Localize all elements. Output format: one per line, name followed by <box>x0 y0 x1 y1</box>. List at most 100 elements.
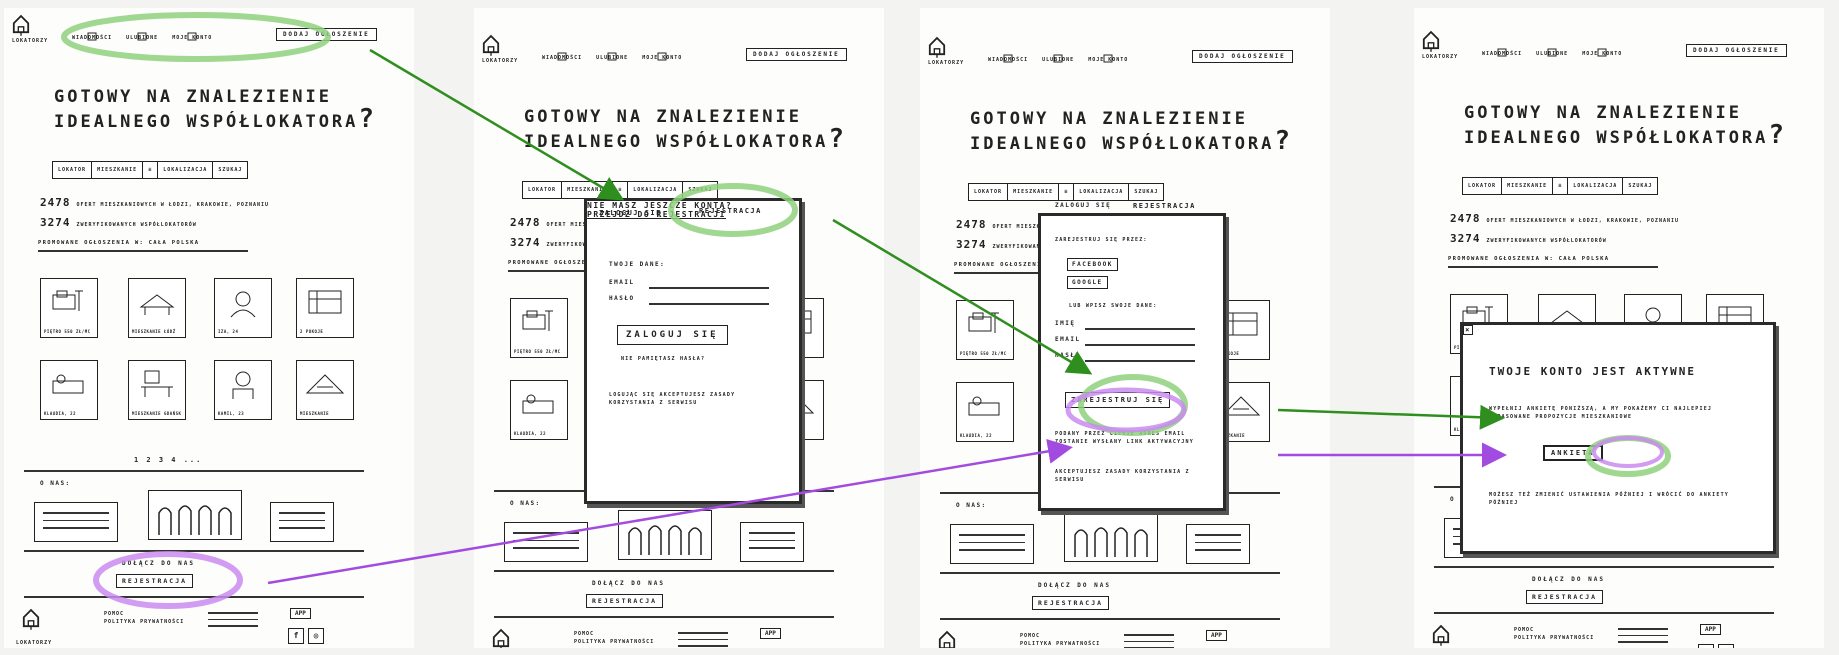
tab-login[interactable]: ZALOGUJ SIĘ <box>1055 202 1111 209</box>
facebook-icon[interactable]: f <box>288 628 304 644</box>
footer-link[interactable]: POMOC <box>574 630 654 638</box>
app-button[interactable]: APP <box>1206 630 1227 641</box>
add-listing-button[interactable]: DODAJ OGŁOSZENIE <box>1192 50 1293 63</box>
home-logo-icon[interactable] <box>482 34 500 56</box>
search-submit[interactable]: SZUKAJ <box>683 182 717 198</box>
nav-item-heart[interactable]: ULUBIONE <box>596 46 628 61</box>
hero-heading: GOTOWY NA ZNALEZIENIE IDEALNEGO WSPÓŁLOKA… <box>1464 102 1787 149</box>
search-submit[interactable]: SZUKAJ <box>213 162 247 178</box>
register-button[interactable]: ZAREJESTRUJ SIĘ <box>1065 392 1171 408</box>
nav-item-heart[interactable]: ULUBIONE <box>1042 48 1074 63</box>
footer-register-button[interactable]: REJESTRACJA <box>586 594 664 608</box>
search-tab-mieszkanie[interactable]: MIESZKANIE <box>1008 184 1060 200</box>
search-location[interactable]: LOKALIZACJA <box>158 162 214 178</box>
main-nav: WIADOMOŚCI ULUBIONE MOJE KONTO <box>988 48 1128 63</box>
search-tab-mieszkanie[interactable]: MIESZKANIE <box>1502 178 1554 194</box>
register-via-label: ZAREJESTRUJ SIĘ PRZEZ: <box>1055 237 1148 243</box>
footer-link[interactable]: POLITYKA PRYWATNOŚCI <box>574 638 654 646</box>
listing-tile[interactable]: 2 POKOJE <box>296 278 354 338</box>
filter-icon[interactable]: ≡ <box>1059 184 1075 200</box>
footer-link[interactable]: POMOC <box>104 610 184 618</box>
screen-1: LOKATORZY WIADOMOŚCI ULUBIONE MOJE KONTO DOD… <box>4 8 414 648</box>
pagination[interactable]: 1 2 3 4 ... <box>134 456 202 464</box>
home-logo-icon[interactable] <box>1422 30 1440 52</box>
tab-register[interactable]: REJESTRACJA <box>699 207 762 215</box>
footer-link[interactable]: POLITYKA PRYWATNOŚCI <box>104 618 184 626</box>
listing-tile[interactable]: KLAUDIA, 22 <box>510 380 568 440</box>
google-signup-button[interactable]: GOOGLE <box>1067 276 1108 289</box>
listing-tile[interactable]: MIESZKANIE GDAŃSK <box>128 360 186 420</box>
filter-icon[interactable]: ≡ <box>1553 178 1569 194</box>
footer-logo-icon[interactable] <box>938 630 956 648</box>
search-submit[interactable]: SZUKAJ <box>1129 184 1163 200</box>
nav-item-message[interactable]: WIADOMOŚCI <box>988 48 1028 63</box>
filter-icon[interactable]: ≡ <box>613 182 629 198</box>
listing-tile[interactable]: KAMIL, 23 <box>214 360 272 420</box>
home-logo-icon[interactable] <box>928 36 946 58</box>
search-tab-mieszkanie[interactable]: MIESZKANIE <box>92 162 144 178</box>
close-icon[interactable]: × <box>1463 325 1473 335</box>
app-button[interactable]: APP <box>760 628 781 639</box>
search-tab-lokator[interactable]: LOKATOR <box>53 162 93 178</box>
listing-tile[interactable]: PIĘTRO 550 ZŁ/MC <box>40 278 98 338</box>
search-tab-lokator[interactable]: LOKATOR <box>969 184 1009 200</box>
nav-item-user[interactable]: MOJE KONTO <box>172 26 212 41</box>
search-location[interactable]: LOKALIZACJA <box>1568 178 1624 194</box>
footer-link[interactable]: POMOC <box>1514 626 1594 634</box>
nav-item-heart[interactable]: ULUBIONE <box>1536 42 1568 57</box>
forgot-password-link[interactable]: NIE PAMIĘTASZ HASŁA? <box>621 355 705 363</box>
footer-register-button[interactable]: REJESTRACJA <box>1526 590 1604 604</box>
nav-item-message[interactable]: WIADOMOŚCI <box>542 46 582 61</box>
nav-item-user[interactable]: MOJE KONTO <box>1088 48 1128 63</box>
tab-register[interactable]: REJESTRACJA <box>1133 202 1196 210</box>
search-tab-lokator[interactable]: LOKATOR <box>1463 178 1503 194</box>
email-field[interactable] <box>1085 344 1195 346</box>
instagram-icon[interactable]: ◎ <box>308 628 324 644</box>
add-listing-button[interactable]: DODAJ OGŁOSZENIE <box>276 28 377 41</box>
join-heading: DOŁĄCZ DO NAS <box>1532 576 1605 583</box>
search-tab-mieszkanie[interactable]: MIESZKANIE <box>562 182 614 198</box>
email-field[interactable] <box>649 287 769 289</box>
footer-register-button[interactable]: REJESTRACJA <box>1032 596 1110 610</box>
footer-link[interactable]: POMOC <box>1020 632 1100 640</box>
search-tab-lokator[interactable]: LOKATOR <box>523 182 563 198</box>
footer-link[interactable]: POLITYKA PRYWATNOŚCI <box>1020 640 1100 648</box>
instagram-icon[interactable]: ◎ <box>1718 644 1734 648</box>
login-button[interactable]: ZALOGUJ SIĘ <box>617 325 728 345</box>
listing-tile[interactable]: MIESZKANIE ŁÓDŹ <box>128 278 186 338</box>
nav-item-heart[interactable]: ULUBIONE <box>126 26 158 41</box>
nav-item-message[interactable]: WIADOMOŚCI <box>72 26 112 41</box>
about-card-text <box>740 522 804 562</box>
name-field[interactable] <box>1085 328 1195 330</box>
footer-logo-icon[interactable] <box>492 628 510 648</box>
listing-tile[interactable]: MIESZKANIE <box>296 360 354 420</box>
filter-icon[interactable]: ≡ <box>143 162 159 178</box>
listing-tile[interactable]: PIĘTRO 550 ZŁ/MC <box>510 298 568 358</box>
app-button[interactable]: APP <box>1700 624 1721 635</box>
facebook-icon[interactable]: f <box>1698 644 1714 648</box>
search-location[interactable]: LOKALIZACJA <box>628 182 684 198</box>
footer-register-button[interactable]: REJESTRACJA <box>116 574 194 588</box>
facebook-signup-button[interactable]: FACEBOOK <box>1067 258 1118 271</box>
footer-brand: LOKATORZY <box>16 640 53 646</box>
password-field[interactable] <box>1085 360 1195 362</box>
nav-item-message[interactable]: WIADOMOŚCI <box>1482 42 1522 57</box>
home-logo-icon[interactable] <box>12 14 30 36</box>
search-submit[interactable]: SZUKAJ <box>1623 178 1657 194</box>
listing-tile[interactable]: KLAUDIA, 22 <box>40 360 98 420</box>
password-field[interactable] <box>649 303 769 305</box>
listing-tile[interactable]: PIĘTRO 550 ZŁ/MC <box>956 300 1014 360</box>
add-listing-button[interactable]: DODAJ OGŁOSZENIE <box>746 48 847 61</box>
tab-login[interactable]: ZALOGUJ SIĘ <box>599 209 662 217</box>
add-listing-button[interactable]: DODAJ OGŁOSZENIE <box>1686 44 1787 57</box>
footer-link[interactable]: POLITYKA PRYWATNOŚCI <box>1514 634 1594 642</box>
survey-button[interactable]: ANKIETA <box>1543 445 1603 461</box>
app-button[interactable]: APP <box>290 608 311 619</box>
listing-tile[interactable]: KLAUDIA, 22 <box>956 382 1014 442</box>
search-location[interactable]: LOKALIZACJA <box>1074 184 1130 200</box>
nav-item-user[interactable]: MOJE KONTO <box>1582 42 1622 57</box>
footer-logo-icon[interactable] <box>1432 624 1450 646</box>
footer-logo-icon[interactable] <box>22 608 40 630</box>
nav-item-user[interactable]: MOJE KONTO <box>642 46 682 61</box>
listing-tile[interactable]: IZA, 24 <box>214 278 272 338</box>
